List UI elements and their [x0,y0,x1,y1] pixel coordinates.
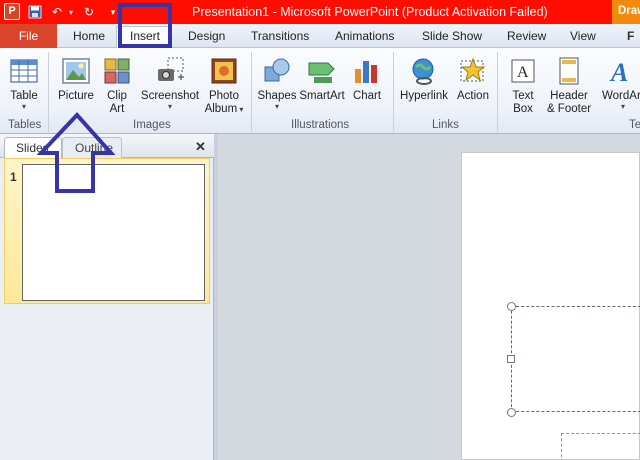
screenshot-button[interactable]: Screenshot ▾ [140,55,200,117]
table-dropdown-icon: ▾ [21,101,26,111]
table-button[interactable]: Table ▾ [4,55,44,117]
header-footer-label-1: Header [550,90,588,102]
picture-icon [62,58,90,84]
close-pane-icon[interactable]: ✕ [195,139,206,155]
text-box-label-1: Text [512,90,534,102]
title-placeholder[interactable] [511,306,640,412]
group-separator [251,52,252,132]
clip-art-icon [104,58,130,84]
group-label-links: Links [432,119,459,131]
wordart-label: WordArt [602,90,640,102]
up-arrow-annotation-icon [37,112,116,193]
insert-tab-highlight-box [118,3,172,48]
redo-icon[interactable]: ↻ [80,3,98,21]
header-footer-button[interactable]: Header & Footer [544,55,594,117]
slide-number: 1 [10,170,17,184]
wordart-icon: A [609,58,628,87]
photo-album-icon [211,58,237,84]
picture-label: Picture [58,90,94,102]
table-icon [10,59,38,83]
text-box-icon: A [511,59,535,83]
shapes-icon [264,58,290,82]
picture-button[interactable]: Picture [56,55,96,117]
resize-handle[interactable] [507,408,516,417]
window-title: Presentation1 - Microsoft PowerPoint (Pr… [192,5,548,19]
smartart-button[interactable]: SmartArt [298,55,346,117]
undo-dropdown-icon[interactable]: ▾ [62,3,80,21]
group-separator [497,52,498,132]
svg-text:A: A [609,58,628,87]
shapes-button[interactable]: Shapes ▾ [256,55,298,117]
smartart-label: SmartArt [299,90,345,102]
wordart-button[interactable]: A WordArt ▾ [598,55,640,117]
chart-label: Chart [352,90,382,102]
screenshot-dropdown-icon: ▾ [167,101,172,111]
group-separator [393,52,394,132]
screenshot-icon [158,57,184,81]
group-label-images: Images [133,119,171,131]
tab-format[interactable]: F [627,29,634,43]
save-icon[interactable] [26,3,44,21]
photo-album-label-1: Photo [208,90,240,102]
smartart-icon [308,62,335,83]
hyperlink-icon [412,58,434,85]
tab-transitions[interactable]: Transitions [251,29,309,43]
photo-album-button[interactable]: Photo Album ▾ [202,55,246,117]
action-button[interactable]: Action [454,55,492,117]
text-box-label-2: Box [513,102,533,115]
drawing-tools-contextual-tab[interactable]: Drawing Tools [612,0,640,24]
tab-animations[interactable]: Animations [335,29,394,43]
resize-handle[interactable] [507,355,515,363]
chart-button[interactable]: Chart [350,55,384,117]
wordart-dropdown-icon: ▾ [620,101,625,111]
powerpoint-app-icon[interactable]: P [4,3,20,20]
tab-review[interactable]: Review [507,29,546,43]
header-footer-label-2: & Footer [546,102,592,115]
text-box-button[interactable]: A Text Box [506,55,540,117]
tab-view[interactable]: View [570,29,596,43]
header-footer-icon [559,57,579,85]
tab-home[interactable]: Home [73,29,105,43]
chart-icon [355,61,377,83]
table-label: Table [10,90,38,102]
photo-album-label-2: Album ▾ [204,102,244,115]
clip-art-button[interactable]: Clip Art [100,55,134,117]
action-icon [460,57,486,82]
hyperlink-label: Hyperlink [400,90,448,102]
tab-file[interactable]: File [0,24,57,48]
drawing-tools-label: Drawing Tools [618,5,640,17]
tab-design[interactable]: Design [188,29,225,43]
hyperlink-button[interactable]: Hyperlink [398,55,450,117]
screenshot-label: Screenshot [140,90,200,102]
subtitle-placeholder[interactable] [561,433,640,460]
clip-art-label-1: Clip [107,90,127,102]
group-label-text: Te [629,119,640,131]
shapes-label: Shapes [257,90,297,102]
action-label: Action [457,90,489,102]
title-bar: P ↶ ▾ ↻ ▾ Presentation1 - Microsoft Powe… [0,0,640,24]
tab-slide-show[interactable]: Slide Show [422,29,482,43]
group-label-illustrations: Illustrations [291,119,350,131]
shapes-dropdown-icon: ▾ [274,101,279,111]
svg-text:A: A [517,64,529,81]
resize-handle[interactable] [507,302,516,311]
